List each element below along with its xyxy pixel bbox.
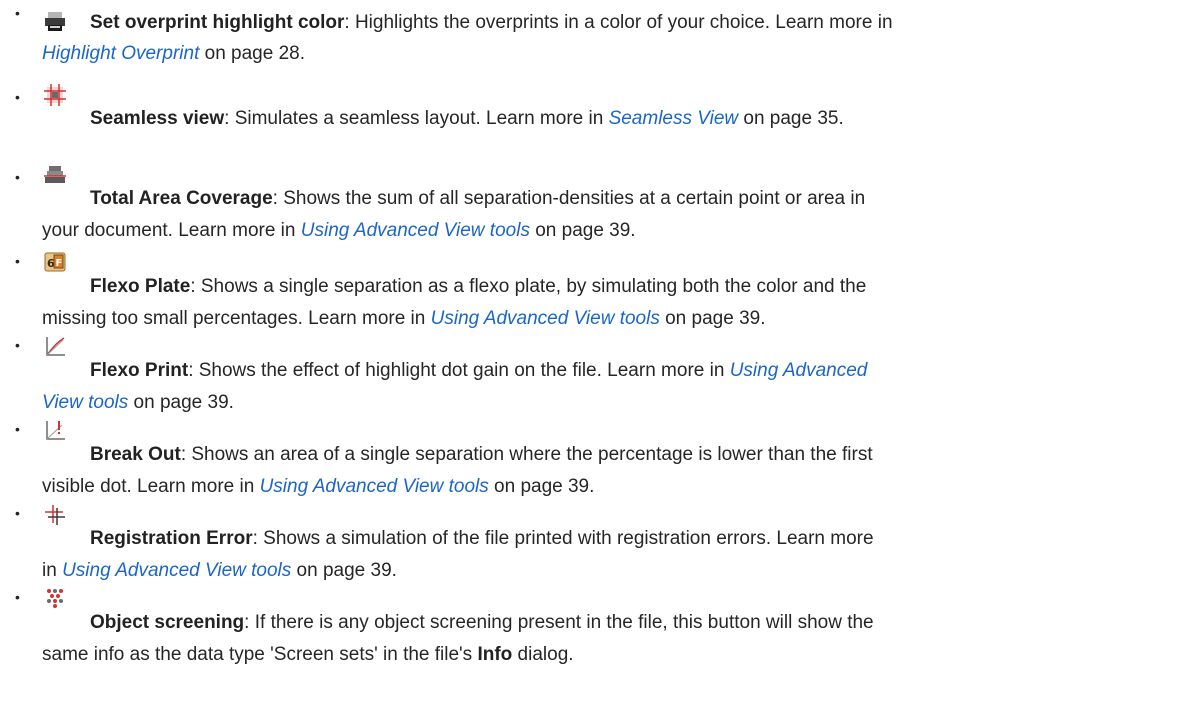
item-title: Break Out — [90, 444, 181, 465]
item-link[interactable]: Using Advanced View tools — [431, 308, 660, 329]
bullet: • — [15, 5, 20, 21]
printer-overprint-icon — [44, 11, 66, 33]
item-text-after: on page 39. — [128, 392, 234, 413]
item-link[interactable]: Using Advanced View tools — [62, 560, 291, 581]
break-out-icon — [44, 419, 66, 441]
item-title: Registration Error — [90, 528, 253, 549]
item-text: visible dot. Learn more in — [42, 476, 260, 497]
item-link[interactable]: Using Advanced View tools — [301, 220, 530, 241]
item-link[interactable]: Using Advanced — [730, 360, 868, 381]
registration-error-icon — [44, 503, 66, 525]
item-text-after: on page 39. — [291, 560, 397, 581]
info-dialog-label: Info — [477, 644, 513, 665]
item-title: Seamless view — [90, 108, 225, 129]
item-title: Set overprint highlight color — [90, 12, 345, 33]
item-title: Total Area Coverage — [90, 188, 273, 209]
item-text-after: on page 39. — [529, 220, 636, 241]
item-text: your document. Learn more in — [42, 220, 301, 241]
bullet: • — [15, 253, 20, 269]
item-text: : Simulates a seamless layout. Learn mor… — [224, 108, 609, 129]
item-text: : Highlights the overprints in a color o… — [344, 12, 893, 33]
item-text: : If there is any object screening prese… — [244, 612, 874, 633]
bullet: • — [15, 505, 20, 521]
item-text: : Shows a simulation of the file printed… — [252, 528, 874, 549]
item-text: same info as the data type 'Screen sets'… — [42, 644, 478, 665]
item-text: : Shows the sum of all separation-densit… — [272, 188, 866, 209]
object-screening-icon — [44, 587, 66, 609]
item-text: : Shows the effect of highlight dot gain… — [188, 360, 730, 381]
flexo-print-curve-icon — [44, 335, 66, 357]
bullet: • — [15, 169, 20, 185]
item-text: missing too small percentages. Learn mor… — [42, 308, 431, 329]
item-title: Flexo Plate — [90, 276, 191, 297]
item-link[interactable]: Highlight Overprint — [42, 43, 199, 64]
bullet: • — [15, 589, 20, 605]
item-title: Object screening — [90, 612, 245, 633]
feature-list: • Set overprint highlight color: Highlig… — [0, 0, 1177, 702]
seamless-grid-icon — [44, 84, 66, 106]
item-link[interactable]: Seamless View — [609, 108, 739, 129]
bullet: • — [15, 89, 20, 105]
bullet: • — [15, 337, 20, 353]
flexo-plate-icon: 6 F — [44, 251, 66, 273]
item-text-after: on page 35. — [738, 108, 844, 129]
item-link[interactable]: View tools — [42, 392, 128, 413]
item-text-after: dialog. — [512, 644, 574, 665]
total-area-coverage-icon — [44, 164, 66, 186]
item-text: : Shows an area of a single separation w… — [180, 444, 873, 465]
item-title: Flexo Print — [90, 360, 189, 381]
item-text-after: on page 28. — [199, 43, 305, 64]
item-text-after: on page 39. — [659, 308, 766, 329]
bullet: • — [15, 421, 20, 437]
item-text-after: on page 39. — [488, 476, 595, 497]
svg-text:F: F — [56, 258, 63, 269]
item-link[interactable]: Using Advanced View tools — [260, 476, 489, 497]
item-text: in — [42, 560, 63, 581]
item-text: : Shows a single separation as a flexo p… — [190, 276, 867, 297]
